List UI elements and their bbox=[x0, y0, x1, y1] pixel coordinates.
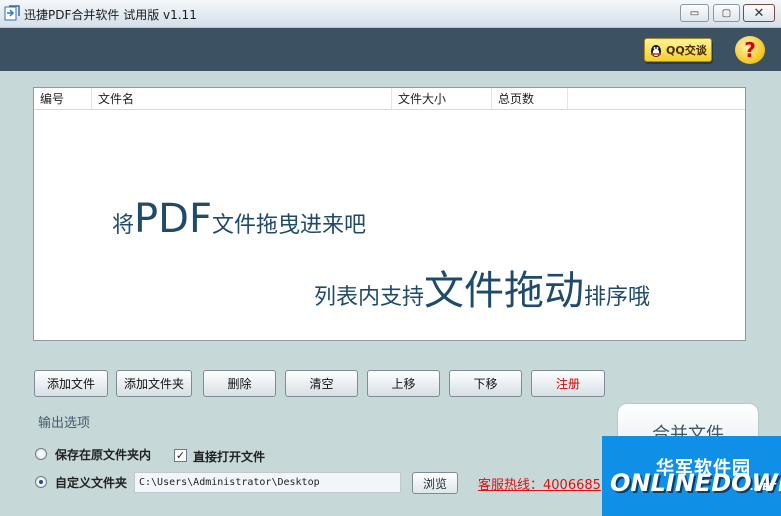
label-save-original[interactable]: 保存在原文件夹内 bbox=[55, 446, 151, 463]
qq-chat-button[interactable]: QQ交谈 bbox=[644, 38, 712, 62]
add-file-button[interactable]: 添加文件 bbox=[34, 370, 108, 397]
hint1-after: 文件拖曳进来吧 bbox=[211, 213, 366, 238]
radio-save-original[interactable] bbox=[35, 448, 47, 460]
close-icon: ✕ bbox=[753, 5, 765, 21]
app-icon bbox=[4, 5, 20, 21]
minimize-button[interactable]: ▭ bbox=[680, 4, 709, 22]
check-icon: ✓ bbox=[175, 449, 186, 462]
service-hotline[interactable]: 客服热线：4006685 bbox=[478, 474, 601, 493]
maximize-button[interactable]: ▢ bbox=[713, 4, 740, 22]
watermark-net: .NET bbox=[750, 482, 776, 493]
drop-hint-line2: 列表内支持 文件拖动 排序哦 bbox=[314, 258, 650, 316]
help-button[interactable]: ? bbox=[735, 36, 765, 64]
radio-custom-folder[interactable] bbox=[35, 476, 47, 488]
open-file-checkbox[interactable]: ✓ bbox=[174, 449, 187, 462]
app-window: 迅捷PDF合并软件 试用版 v1.11 ▭ ▢ ✕ QQ交谈 ? 编号 文件名 … bbox=[0, 0, 781, 516]
minimize-icon: ▭ bbox=[689, 7, 700, 19]
qq-penguin-icon bbox=[651, 45, 661, 57]
output-path-input[interactable] bbox=[134, 472, 401, 493]
hint2-big: 文件拖动 bbox=[424, 268, 585, 314]
file-list[interactable]: 编号 文件名 文件大小 总页数 将 PDF 文件拖曳进来吧 列表内支持 文件拖动… bbox=[33, 87, 746, 341]
move-up-button[interactable]: 上移 bbox=[367, 370, 440, 397]
column-header-number[interactable]: 编号 bbox=[34, 88, 92, 110]
register-button[interactable]: 注册 bbox=[531, 370, 605, 397]
output-options-label: 输出选项 bbox=[38, 416, 91, 431]
browse-button[interactable]: 浏览 bbox=[412, 472, 458, 494]
label-custom-folder[interactable]: 自定义文件夹 bbox=[55, 474, 127, 491]
label-open-file[interactable]: 直接打开文件 bbox=[193, 448, 265, 465]
column-header-pages[interactable]: 总页数 bbox=[492, 88, 568, 110]
close-button[interactable]: ✕ bbox=[743, 4, 775, 22]
hint2-after: 排序哦 bbox=[584, 285, 651, 310]
list-header: 编号 文件名 文件大小 总页数 bbox=[34, 88, 745, 110]
hint2-before: 列表内支持 bbox=[314, 285, 425, 310]
title-bar[interactable]: 迅捷PDF合并软件 试用版 v1.11 ▭ ▢ ✕ bbox=[0, 0, 781, 28]
qq-chat-label: QQ交谈 bbox=[666, 44, 707, 57]
column-header-filesize[interactable]: 文件大小 bbox=[392, 88, 492, 110]
maximize-icon: ▢ bbox=[721, 7, 732, 19]
hint1-before: 将 bbox=[112, 213, 135, 238]
window-title: 迅捷PDF合并软件 试用版 v1.11 bbox=[24, 8, 197, 22]
column-header-filename[interactable]: 文件名 bbox=[92, 88, 392, 110]
drop-hint-line1: 将 PDF 文件拖曳进来吧 bbox=[112, 196, 366, 242]
hint1-big: PDF bbox=[134, 196, 212, 242]
onlinedown-watermark: 华军软件园 ONLINEDOWN .NET bbox=[602, 436, 781, 516]
move-down-button[interactable]: 下移 bbox=[449, 370, 522, 397]
delete-button[interactable]: 删除 bbox=[203, 370, 276, 397]
add-folder-button[interactable]: 添加文件夹 bbox=[116, 370, 192, 397]
clear-button[interactable]: 清空 bbox=[285, 370, 358, 397]
help-icon: ? bbox=[744, 38, 756, 62]
